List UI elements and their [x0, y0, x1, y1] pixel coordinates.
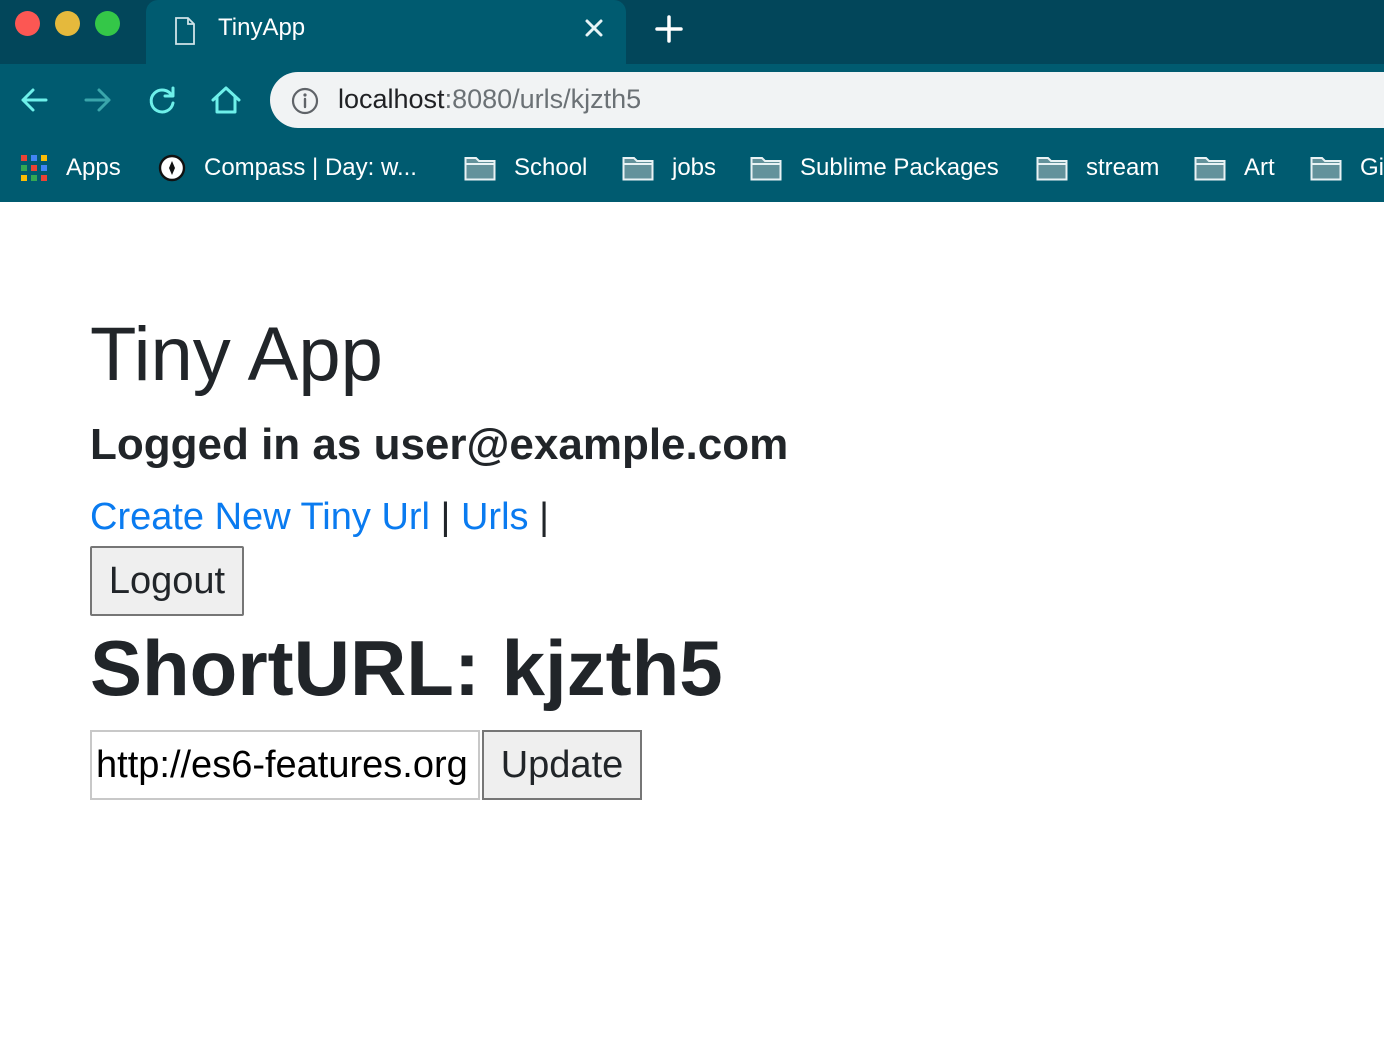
bookmark-compass[interactable]: Compass | Day: w...: [158, 148, 417, 188]
bookmark-folder-sublime-packages[interactable]: Sublime Packages: [750, 148, 999, 188]
bookmark-folder-stream[interactable]: stream: [1036, 148, 1159, 188]
minimize-window-button[interactable]: [55, 11, 80, 36]
nav-links: Create New Tiny Url | Urls |: [90, 492, 549, 542]
close-window-button[interactable]: [15, 11, 40, 36]
nav-separator: |: [440, 496, 451, 538]
long-url-input[interactable]: [90, 730, 480, 800]
nav-separator: |: [539, 496, 549, 538]
bookmark-folder-school[interactable]: School: [464, 148, 587, 188]
url-text: localhost:8080/urls/kjzth5: [338, 84, 641, 115]
bookmark-folder-gi[interactable]: Gi: [1310, 148, 1384, 188]
bookmark-label: Gi: [1360, 154, 1384, 181]
back-arrow-icon[interactable]: [16, 82, 52, 118]
bookmark-label: Apps: [66, 154, 121, 181]
tab-title: TinyApp: [218, 14, 306, 41]
bookmark-label: School: [514, 154, 588, 181]
folder-icon: [1036, 157, 1068, 181]
document-icon: [175, 17, 195, 45]
close-tab-icon[interactable]: [578, 12, 610, 44]
tab-strip: TinyApp: [0, 0, 1384, 64]
maximize-window-button[interactable]: [95, 11, 120, 36]
new-tab-icon[interactable]: [652, 12, 686, 46]
folder-icon: [1194, 157, 1226, 181]
forward-arrow-icon[interactable]: [80, 82, 116, 118]
logout-button[interactable]: Logout: [90, 546, 244, 616]
address-bar[interactable]: localhost:8080/urls/kjzth5: [270, 72, 1384, 128]
bookmarks-bar: Apps Compass | Day: w... School jobs Sub…: [0, 136, 1384, 202]
update-button[interactable]: Update: [482, 730, 642, 800]
page-title: Tiny App: [90, 312, 383, 397]
folder-icon: [622, 157, 654, 181]
bookmark-label: jobs: [672, 154, 717, 181]
home-icon[interactable]: [208, 82, 244, 118]
site-info-icon[interactable]: [290, 86, 320, 116]
browser-toolbar: localhost:8080/urls/kjzth5: [0, 64, 1384, 136]
compass-icon: [158, 154, 186, 182]
logged-in-status: Logged in as user@example.com: [90, 420, 789, 469]
bookmark-label: Sublime Packages: [800, 154, 999, 181]
bookmark-folder-jobs[interactable]: jobs: [622, 148, 716, 188]
folder-icon: [1310, 157, 1342, 181]
bookmark-folder-art[interactable]: Art: [1194, 148, 1275, 188]
urls-link[interactable]: Urls: [461, 496, 529, 538]
apps-grid-icon: [21, 155, 47, 181]
bookmark-label: stream: [1086, 154, 1160, 181]
create-new-url-link[interactable]: Create New Tiny Url: [90, 496, 430, 538]
folder-icon: [750, 157, 782, 181]
bookmark-label: Art: [1244, 154, 1275, 181]
url-path: :8080/urls/kjzth5: [444, 84, 642, 114]
browser-tab-active[interactable]: TinyApp: [146, 0, 626, 64]
bookmark-apps[interactable]: Apps: [20, 148, 121, 188]
folder-icon: [464, 157, 496, 181]
reload-icon[interactable]: [144, 82, 180, 118]
bookmark-label: Compass | Day: w...: [204, 154, 417, 181]
url-host: localhost: [338, 84, 445, 114]
short-url-heading: ShortURL: kjzth5: [90, 624, 723, 712]
